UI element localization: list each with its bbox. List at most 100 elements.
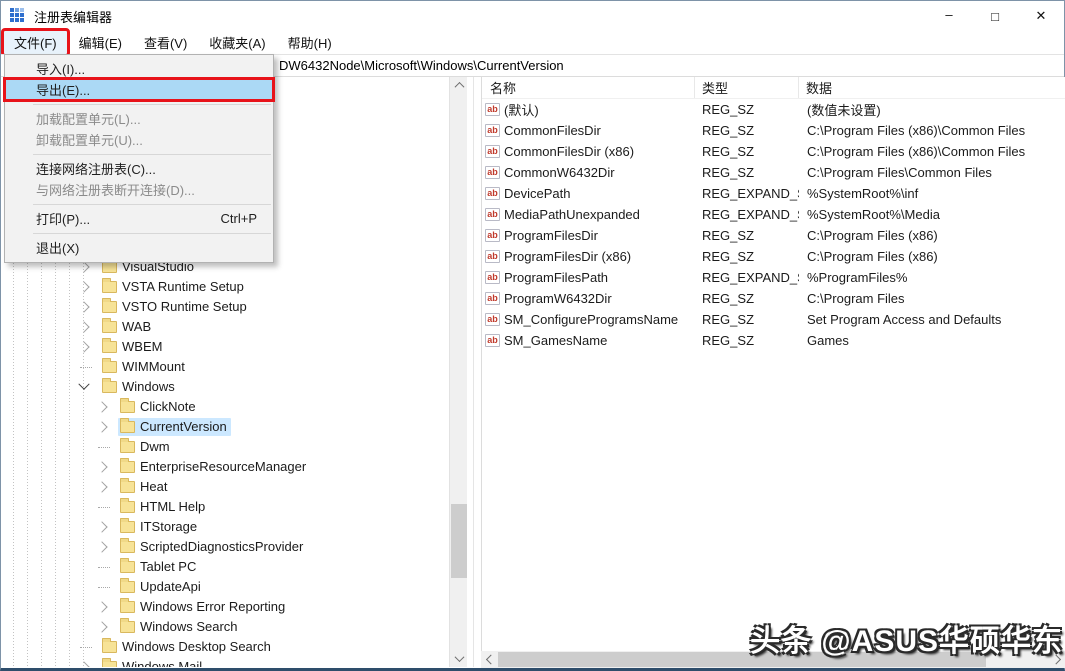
tree-item[interactable]: Windows (1, 377, 449, 397)
value-type: REG_SZ (695, 309, 799, 330)
tree-chevron-icon[interactable] (96, 621, 107, 632)
tree-chevron-icon[interactable] (96, 541, 107, 552)
folder-icon (102, 321, 117, 333)
tree-item[interactable]: ScriptedDiagnosticsProvider (1, 537, 449, 557)
menubar-item[interactable]: 帮助(H) (277, 30, 343, 55)
registry-value-row[interactable]: abDevicePath REG_EXPAND_SZ %SystemRoot%\… (482, 183, 1065, 204)
tree-item[interactable]: Dwm (1, 437, 449, 457)
scroll-up-button[interactable] (450, 77, 468, 94)
value-type: REG_SZ (695, 246, 799, 267)
value-data: Set Program Access and Defaults (799, 309, 1065, 330)
column-header-data[interactable]: 数据 (799, 77, 1065, 98)
pane-divider[interactable] (473, 77, 474, 667)
close-button[interactable]: ✕ (1018, 1, 1064, 31)
address-bar-text: DW6432Node\Microsoft\Windows\CurrentVers… (279, 58, 564, 73)
menubar-item[interactable]: 收藏夹(A) (198, 30, 276, 55)
tree-vertical-scrollbar[interactable] (449, 77, 467, 667)
tree-item[interactable]: EnterpriseResourceManager (1, 457, 449, 477)
tree-chevron-icon[interactable] (96, 481, 107, 492)
reg-sz-icon: ab (485, 124, 500, 137)
menu-separator (5, 200, 273, 208)
value-type: REG_SZ (695, 225, 799, 246)
folder-icon (120, 421, 135, 433)
tree-item[interactable]: WBEM (1, 337, 449, 357)
tree-chevron-icon[interactable] (78, 379, 89, 390)
registry-value-row[interactable]: abProgramFilesDir REG_SZ C:\Program File… (482, 225, 1065, 246)
registry-value-row[interactable]: abProgramFilesPath REG_EXPAND_SZ %Progra… (482, 267, 1065, 288)
tree-item[interactable]: UpdateApi (1, 577, 449, 597)
tree-chevron-icon[interactable] (78, 281, 89, 292)
tree-item[interactable]: Tablet PC (1, 557, 449, 577)
close-icon: ✕ (1036, 8, 1047, 24)
tree-chevron-icon[interactable] (96, 421, 107, 432)
tree-item[interactable]: Windows Search (1, 617, 449, 637)
tree-chevron-icon[interactable] (78, 301, 89, 312)
file-menu-item[interactable]: 导入(I)... (5, 58, 273, 79)
minimize-button[interactable]: – (926, 1, 972, 31)
tree-chevron-icon[interactable] (78, 341, 89, 352)
column-header-name[interactable]: 名称 (482, 77, 695, 98)
registry-value-row[interactable]: abCommonW6432Dir REG_SZ C:\Program Files… (482, 162, 1065, 183)
file-menu-item-label: 导出(E)... (36, 80, 90, 99)
tree-chevron-icon[interactable] (96, 521, 107, 532)
tree-chevron-icon[interactable] (96, 601, 107, 612)
file-menu-item: 加载配置单元(L)... (5, 108, 273, 129)
tree-item[interactable]: WIMMount (1, 357, 449, 377)
value-name: SM_ConfigureProgramsName (504, 312, 678, 327)
value-data: %SystemRoot%\inf (799, 183, 1065, 204)
tree-item[interactable]: WAB (1, 317, 449, 337)
file-menu-item-label: 加载配置单元(L)... (36, 109, 141, 128)
folder-icon (120, 521, 135, 533)
tree-item[interactable]: Heat (1, 477, 449, 497)
registry-value-row[interactable]: abProgramW6432Dir REG_SZ C:\Program File… (482, 288, 1065, 309)
tree-item[interactable]: CurrentVersion (1, 417, 449, 437)
scroll-left-button[interactable] (481, 651, 498, 668)
scrollbar-thumb[interactable] (451, 504, 467, 578)
tree-chevron-icon[interactable] (78, 661, 89, 667)
tree-item-label: ITStorage (140, 519, 197, 534)
tree-item-label: ClickNote (140, 399, 196, 414)
tree-item[interactable]: Windows Mail (1, 657, 449, 667)
file-menu-item[interactable]: 导出(E)... (5, 79, 273, 100)
tree-item[interactable]: VSTA Runtime Setup (1, 277, 449, 297)
menubar-item[interactable]: 编辑(E) (68, 30, 133, 55)
registry-value-row[interactable]: abCommonFilesDir REG_SZ C:\Program Files… (482, 120, 1065, 141)
column-header-type[interactable]: 类型 (695, 77, 799, 98)
tree-item[interactable]: VSTO Runtime Setup (1, 297, 449, 317)
tree-item[interactable]: ClickNote (1, 397, 449, 417)
menu-bar: 文件(F)编辑(E)查看(V)收藏夹(A)帮助(H) (1, 31, 1064, 54)
registry-value-row[interactable]: abCommonFilesDir (x86) REG_SZ C:\Program… (482, 141, 1065, 162)
registry-value-row[interactable]: abProgramFilesDir (x86) REG_SZ C:\Progra… (482, 246, 1065, 267)
value-name: CommonFilesDir (504, 123, 601, 138)
value-type: REG_SZ (695, 120, 799, 141)
value-name: ProgramFilesDir (504, 228, 598, 243)
tree-item[interactable]: ITStorage (1, 517, 449, 537)
tree-chevron-icon[interactable] (96, 461, 107, 472)
menu-separator (5, 150, 273, 158)
tree-item[interactable]: Windows Error Reporting (1, 597, 449, 617)
tree-item-label: WIMMount (122, 359, 185, 374)
tree-chevron-icon[interactable] (96, 401, 107, 412)
scroll-down-button[interactable] (450, 650, 468, 667)
value-data: (数值未设置) (799, 99, 1065, 120)
tree-chevron-icon[interactable] (78, 261, 89, 272)
menubar-item[interactable]: 查看(V) (133, 30, 198, 55)
tree-chevron-icon[interactable] (78, 321, 89, 332)
tree-item[interactable]: HTML Help (1, 497, 449, 517)
registry-value-row[interactable]: abSM_ConfigureProgramsName REG_SZ Set Pr… (482, 309, 1065, 330)
file-menu-item[interactable]: 退出(X) (5, 237, 273, 258)
tree-item-label: Heat (140, 479, 167, 494)
maximize-button[interactable]: □ (972, 1, 1018, 31)
registry-value-row[interactable]: ab(默认) REG_SZ (数值未设置) (482, 99, 1065, 120)
file-menu-item[interactable]: 连接网络注册表(C)... (5, 158, 273, 179)
file-menu-item-shortcut: Ctrl+P (221, 211, 257, 226)
registry-value-row[interactable]: abMediaPathUnexpanded REG_EXPAND_SZ %Sys… (482, 204, 1065, 225)
tree-item[interactable]: Windows Desktop Search (1, 637, 449, 657)
list-body: ab(默认) REG_SZ (数值未设置) ab CommonFilesDir R… (482, 99, 1065, 351)
registry-value-row[interactable]: abSM_GamesName REG_SZ Games (482, 330, 1065, 351)
menubar-item[interactable]: 文件(F) (3, 30, 68, 55)
folder-icon (120, 461, 135, 473)
watermark-text: 头条 @ASUS华硕华东 (750, 616, 1063, 660)
file-menu-item[interactable]: 打印(P)... Ctrl+P (5, 208, 273, 229)
tree-item-label: EnterpriseResourceManager (140, 459, 306, 474)
